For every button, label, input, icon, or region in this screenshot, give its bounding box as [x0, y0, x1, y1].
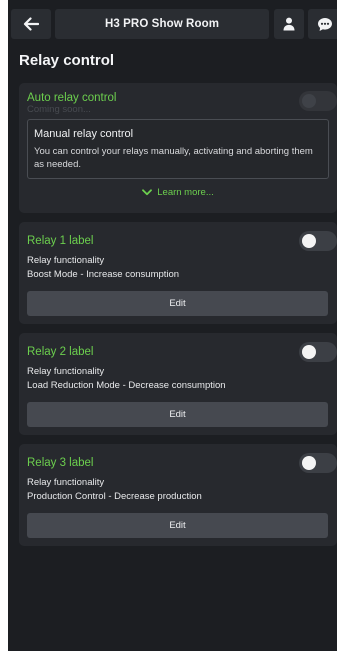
- auto-relay-toggle[interactable]: [299, 91, 337, 111]
- relay-card-3: Relay 3 label Relay functionality Produc…: [19, 444, 337, 546]
- relay-functionality-label: Relay functionality: [27, 477, 105, 488]
- relay-functionality-value: Boost Mode - Increase consumption: [27, 269, 180, 280]
- info-description: You can control your relays manually, ac…: [34, 146, 313, 170]
- back-button[interactable]: [11, 9, 51, 39]
- chevron-down-icon: [142, 189, 153, 196]
- site-title-bar: H3 PRO Show Room: [55, 9, 269, 39]
- relay-label: Relay 2 label: [27, 346, 94, 358]
- coming-soon-text: Coming soon...: [27, 104, 91, 115]
- info-title: Manual relay control: [34, 128, 134, 140]
- relay-functionality-value: Production Control - Decrease production: [27, 491, 202, 502]
- page-title: Relay control: [19, 52, 115, 69]
- relay-3-edit-button[interactable]: Edit: [27, 513, 328, 538]
- relay-label: Relay 3 label: [27, 457, 94, 469]
- relay-3-toggle[interactable]: [299, 453, 337, 473]
- relay-2-edit-button[interactable]: Edit: [27, 402, 328, 427]
- user-button[interactable]: [274, 9, 304, 39]
- auto-relay-card: Auto relay control Coming soon... Manual…: [19, 83, 337, 213]
- user-icon: [283, 17, 295, 31]
- relay-1-edit-button[interactable]: Edit: [27, 291, 328, 316]
- relay-card-2: Relay 2 label Relay functionality Load R…: [19, 333, 337, 435]
- chat-button[interactable]: [308, 9, 337, 39]
- relay-1-toggle[interactable]: [299, 231, 337, 251]
- relay-label: Relay 1 label: [27, 235, 94, 247]
- toggle-knob: [302, 456, 316, 470]
- relay-card-1: Relay 1 label Relay functionality Boost …: [19, 222, 337, 324]
- relay-functionality-value: Load Reduction Mode - Decrease consumpti…: [27, 380, 226, 391]
- learn-more-link[interactable]: Learn more...: [19, 187, 337, 198]
- toggle-knob: [302, 234, 316, 248]
- toggle-knob: [302, 345, 316, 359]
- auto-relay-label: Auto relay control: [27, 92, 117, 104]
- learn-more-label: Learn more...: [157, 187, 214, 198]
- toggle-knob: [302, 94, 316, 108]
- arrow-left-icon: [23, 17, 39, 31]
- relay-2-toggle[interactable]: [299, 342, 337, 362]
- relay-functionality-label: Relay functionality: [27, 255, 105, 266]
- app-screen: H3 PRO Show Room Relay control Auto rela…: [8, 0, 337, 651]
- site-title: H3 PRO Show Room: [104, 18, 220, 30]
- top-bar: H3 PRO Show Room: [8, 9, 337, 39]
- chat-bubble-icon: [318, 17, 332, 31]
- relay-functionality-label: Relay functionality: [27, 366, 105, 377]
- manual-relay-info-box: Manual relay control You can control you…: [27, 119, 329, 179]
